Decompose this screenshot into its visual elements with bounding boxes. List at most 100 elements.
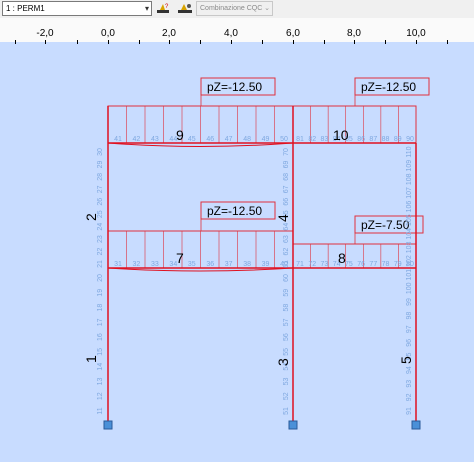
node-number: 68 [283,173,290,181]
node-number: 72 [308,261,316,268]
node-number: 81 [296,136,304,143]
node-number: 67 [283,185,290,193]
node-number: 58 [283,304,290,312]
node-number: 17 [97,318,104,326]
node-number: 27 [97,185,104,193]
node-number: 107 [406,187,413,199]
node-number: 20 [97,274,104,282]
supports [103,420,421,430]
element-label-3[interactable]: 3 [275,358,291,366]
node-number: 62 [283,248,290,256]
element-label-8[interactable]: 8 [338,250,346,266]
node-number: 48 [243,136,251,143]
node-number: 71 [296,261,304,268]
node-number: 43 [151,136,159,143]
node-number: 18 [97,304,104,312]
element-label-5[interactable]: 5 [398,356,414,364]
node-number: 63 [283,235,290,243]
node-number: 33 [151,261,159,268]
node-number: 90 [406,136,414,143]
node-number: 86 [357,136,365,143]
node-number: 46 [206,136,214,143]
element-labels: 1 2 3 4 5 7 8 9 10 [83,127,414,366]
node-number: 69 [283,160,290,168]
node-number: 104 [406,228,413,240]
node-number: 64 [283,223,290,231]
load-label: pZ=-12.50 [361,80,416,94]
node-number: 106 [406,201,413,213]
node-number: 88 [382,136,390,143]
node-number: 70 [283,148,290,156]
node-number: 105 [406,214,413,226]
node-number: 15 [97,348,104,356]
node-number: 109 [406,160,413,172]
node-number: 76 [357,261,365,268]
node-number: 21 [97,260,104,268]
load-label: pZ=-12.50 [207,80,262,94]
load-label: pZ=-7.50 [361,218,410,232]
node-number: 79 [394,261,402,268]
node-number: 26 [97,198,104,206]
node-number: 92 [406,393,413,401]
node-number: 82 [308,136,316,143]
node-number: 83 [321,136,329,143]
support-node[interactable] [411,420,421,430]
node-number: 77 [369,261,377,268]
node-number: 29 [97,160,104,168]
node-number: 40 [280,261,288,268]
node-number: 42 [133,136,141,143]
node-number: 41 [114,136,122,143]
element-label-10[interactable]: 10 [333,127,349,143]
support-node[interactable] [103,420,113,430]
node-number: 73 [321,261,329,268]
node-number: 56 [283,333,290,341]
node-number: 91 [406,407,413,415]
node-number: 59 [283,289,290,297]
element-label-4[interactable]: 4 [275,214,291,222]
node-number: 51 [283,407,290,415]
node-number: 11 [97,407,104,414]
node-number: 32 [133,261,141,268]
node-number: 98 [406,312,413,320]
node-number: 28 [97,173,104,181]
node-number: 53 [283,377,290,385]
node-number: 13 [97,377,104,385]
support-node[interactable] [288,420,298,430]
node-number: 45 [188,136,196,143]
node-number: 97 [406,325,413,333]
element-label-7[interactable]: 7 [176,250,184,266]
node-number: 31 [114,261,122,268]
node-number: 49 [262,136,270,143]
node-number: 36 [206,261,214,268]
element-label-9[interactable]: 9 [176,127,184,143]
node-number: 55 [283,348,290,356]
load-beam-10[interactable]: pZ=-12.50 [292,77,430,144]
node-number: 108 [406,173,413,185]
load-label: pZ=-12.50 [207,204,262,218]
node-number: 96 [406,339,413,347]
load-beam-7[interactable]: pZ=-12.50 [107,201,294,269]
node-number: 66 [283,198,290,206]
node-number: 50 [280,136,288,143]
node-number: 37 [225,261,233,268]
node-number: 38 [243,261,251,268]
node-number: 75 [345,261,353,268]
node-number: 23 [97,235,104,243]
node-number: 57 [283,318,290,326]
node-number: 39 [262,261,270,268]
node-number: 93 [406,380,413,388]
model-canvas[interactable]: pZ=-12.50 pZ=-12.50pZ=-12.50pZ=-7.50 1112… [0,0,474,462]
node-number: 110 [406,146,413,157]
node-number: 101 [406,269,413,281]
node-number: 35 [188,261,196,268]
node-number: 12 [97,392,104,400]
load-beam-9[interactable]: pZ=-12.50 [107,77,294,144]
element-label-2[interactable]: 2 [83,213,99,221]
node-number: 103 [406,241,413,253]
element-label-1[interactable]: 1 [83,355,99,363]
node-number: 87 [369,136,377,143]
node-number: 30 [97,148,104,156]
node-number: 16 [97,333,104,341]
node-number: 52 [283,392,290,400]
node-number: 60 [283,274,290,282]
